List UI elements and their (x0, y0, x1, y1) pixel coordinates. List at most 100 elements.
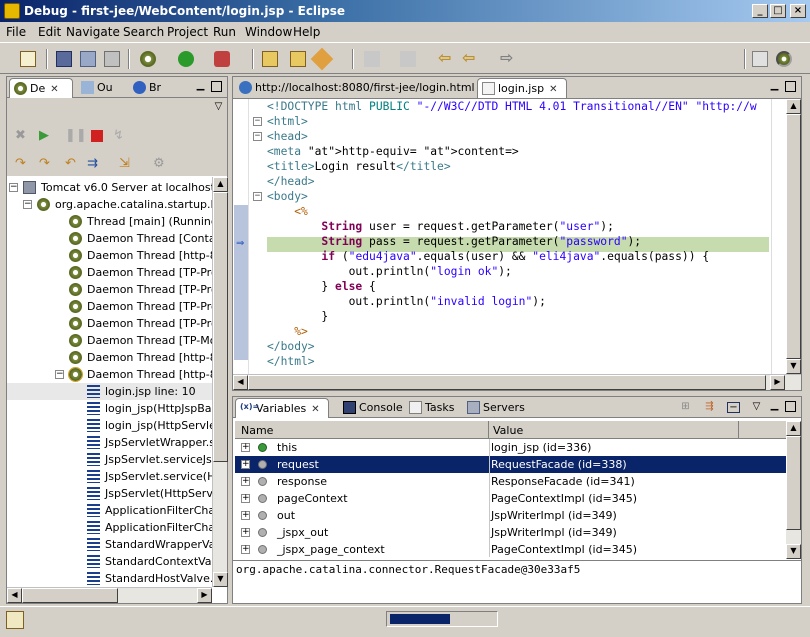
scroll-right-arrow[interactable]: ▶ (197, 588, 212, 603)
fast-view-icon[interactable] (6, 611, 24, 629)
print-icon[interactable] (104, 51, 120, 67)
step-over-icon[interactable]: ↷ (39, 156, 55, 172)
tab-servers[interactable]: Servers (463, 398, 529, 418)
stack-frame-row[interactable]: login.jsp line: 10 (7, 383, 212, 400)
thread-row[interactable]: Daemon Thread [TP-Moni (7, 332, 212, 349)
stack-frame-row[interactable]: JspServlet(HttpServle (7, 485, 212, 502)
stack-frame-row[interactable]: login_jsp(HttpServlet) (7, 417, 212, 434)
editor-scrollbar[interactable]: ▲ ▼ (786, 99, 801, 374)
minimize-view-icon[interactable]: ▁ (769, 401, 780, 412)
stack-frame-row[interactable]: JspServletWrapper.se (7, 434, 212, 451)
variable-row[interactable]: + pageContext PageContextImpl (id=345) (235, 490, 786, 507)
close-tab-icon[interactable]: ✕ (549, 84, 557, 95)
save-all-icon[interactable] (80, 51, 96, 67)
scroll-down-arrow[interactable]: ▼ (786, 544, 801, 559)
scroll-up-arrow[interactable]: ▲ (786, 421, 801, 436)
stack-frame-row[interactable]: ApplicationFilterChain (7, 519, 212, 536)
suspend-icon[interactable]: ❚❚ (65, 128, 87, 144)
scroll-down-arrow[interactable]: ▼ (786, 359, 801, 374)
tab-variables[interactable]: (x)= Variables ✕ (235, 398, 329, 418)
open-resource-icon[interactable] (290, 51, 306, 67)
collapse-icon[interactable]: − (23, 200, 32, 209)
open-perspective-icon[interactable] (752, 51, 768, 67)
thread-row[interactable]: Daemon Thread [Containe (7, 230, 212, 247)
minimize-view-icon[interactable]: ▁ (195, 81, 206, 92)
thread-row[interactable]: Daemon Thread [http-808 (7, 247, 212, 264)
back-icon[interactable]: ⇦ (462, 50, 478, 67)
last-edit-icon[interactable]: ⇦ (438, 50, 454, 67)
expand-icon[interactable]: + (241, 443, 250, 452)
stack-frame-row[interactable]: StandardContextValv (7, 553, 212, 570)
remove-terminated-icon[interactable]: ✖ (15, 128, 31, 144)
disconnect-icon[interactable]: ↯ (113, 128, 129, 144)
menu-run[interactable]: Run (213, 25, 236, 39)
tab-console[interactable]: Console (339, 398, 405, 418)
thread-row[interactable]: Daemon Thread [http-808 (7, 349, 212, 366)
tab-login-html[interactable]: http://localhost:8080/first-jee/login.ht… (235, 78, 475, 98)
column-header-name[interactable]: Name (235, 421, 489, 438)
use-step-filters-icon[interactable]: ⇲ (119, 156, 135, 172)
menu-window[interactable]: Window (245, 25, 292, 39)
debug-perspective-icon[interactable] (776, 51, 792, 67)
collapse-icon[interactable]: − (55, 370, 64, 379)
search-icon[interactable] (310, 47, 334, 71)
expand-icon[interactable]: + (241, 511, 250, 520)
close-tab-icon[interactable]: ✕ (311, 404, 319, 415)
minimize-editor-icon[interactable]: ▁ (769, 81, 780, 92)
tab-tasks[interactable]: Tasks (405, 398, 463, 418)
expand-icon[interactable]: + (241, 545, 250, 554)
menu-search[interactable]: Search (123, 25, 164, 39)
variable-row[interactable]: + this login_jsp (id=336) (235, 439, 786, 456)
next-annotation-icon[interactable] (364, 51, 380, 67)
stack-frame-row[interactable]: JspServlet.service(Htt (7, 468, 212, 485)
stack-frame-row[interactable]: StandardHostValve.in (7, 570, 212, 587)
show-type-names-icon[interactable]: ⊞ (679, 402, 692, 413)
new-icon[interactable] (20, 51, 36, 67)
scroll-left-arrow[interactable]: ◀ (7, 588, 22, 603)
thread-row[interactable]: Daemon Thread [TP-Proce (7, 298, 212, 315)
collapse-all-icon[interactable]: − (727, 402, 740, 413)
show-logical-structure-icon[interactable]: ⇶ (703, 402, 716, 413)
menu-help[interactable]: Help (293, 25, 320, 39)
thread-row[interactable]: Thread [main] (Running) (7, 213, 212, 230)
variable-row[interactable]: + _jspx_out JspWriterImpl (id=349) (235, 524, 786, 541)
collapse-icon[interactable]: − (9, 183, 18, 192)
close-button[interactable]: × (790, 4, 806, 18)
tree-node-row[interactable]: − org.apache.catalina.startup.B (7, 196, 212, 213)
expand-icon[interactable]: + (241, 477, 250, 486)
previous-annotation-icon[interactable] (400, 51, 416, 67)
minimize-button[interactable]: _ (752, 4, 768, 18)
stack-frame-row[interactable]: ApplicationFilterChain (7, 502, 212, 519)
tab-debug[interactable]: De ✕ (9, 78, 73, 98)
code-editor[interactable]: <!DOCTYPE html PUBLIC "-//W3C//DTD HTML … (233, 99, 769, 374)
tab-outline[interactable]: Ou (77, 78, 125, 98)
scroll-up-arrow[interactable]: ▲ (786, 99, 801, 114)
thread-row[interactable]: Daemon Thread [TP-Proce (7, 315, 212, 332)
fold-toggle-icon[interactable]: − (253, 192, 262, 201)
scroll-down-arrow[interactable]: ▼ (213, 572, 228, 587)
thread-row[interactable]: Daemon Thread [TP-Proce (7, 264, 212, 281)
view-menu-icon[interactable]: ▽ (751, 402, 762, 413)
run-icon[interactable] (178, 51, 194, 67)
debug-icon[interactable] (140, 51, 156, 67)
thread-row[interactable]: − Daemon Thread [http-808 (7, 366, 212, 383)
stack-frame-row[interactable]: StandardWrapperValv (7, 536, 212, 553)
variables-scrollbar[interactable]: ▲ ▼ (786, 421, 801, 559)
maximize-button[interactable]: □ (770, 4, 786, 18)
resume-icon[interactable]: ▶ (39, 128, 55, 144)
open-type-icon[interactable] (262, 51, 278, 67)
expand-icon[interactable]: + (241, 494, 250, 503)
scroll-left-arrow[interactable]: ◀ (233, 375, 248, 390)
tab-login-jsp[interactable]: login.jsp ✕ (477, 78, 567, 98)
maximize-view-icon[interactable] (211, 81, 222, 92)
step-return-icon[interactable]: ↶ (65, 156, 81, 172)
debug-tree-scrollbar[interactable]: ▲ ▼ (212, 177, 228, 587)
forward-icon[interactable]: ⇨ (500, 50, 516, 67)
menu-navigate[interactable]: Navigate (66, 25, 120, 39)
fold-toggle-icon[interactable]: − (253, 117, 262, 126)
step-into-icon[interactable]: ↷ (15, 156, 31, 172)
variable-row[interactable]: + response ResponseFacade (id=341) (235, 473, 786, 490)
scroll-up-arrow[interactable]: ▲ (213, 177, 228, 192)
tab-breakpoints[interactable]: Br (129, 78, 177, 98)
save-icon[interactable] (56, 51, 72, 67)
